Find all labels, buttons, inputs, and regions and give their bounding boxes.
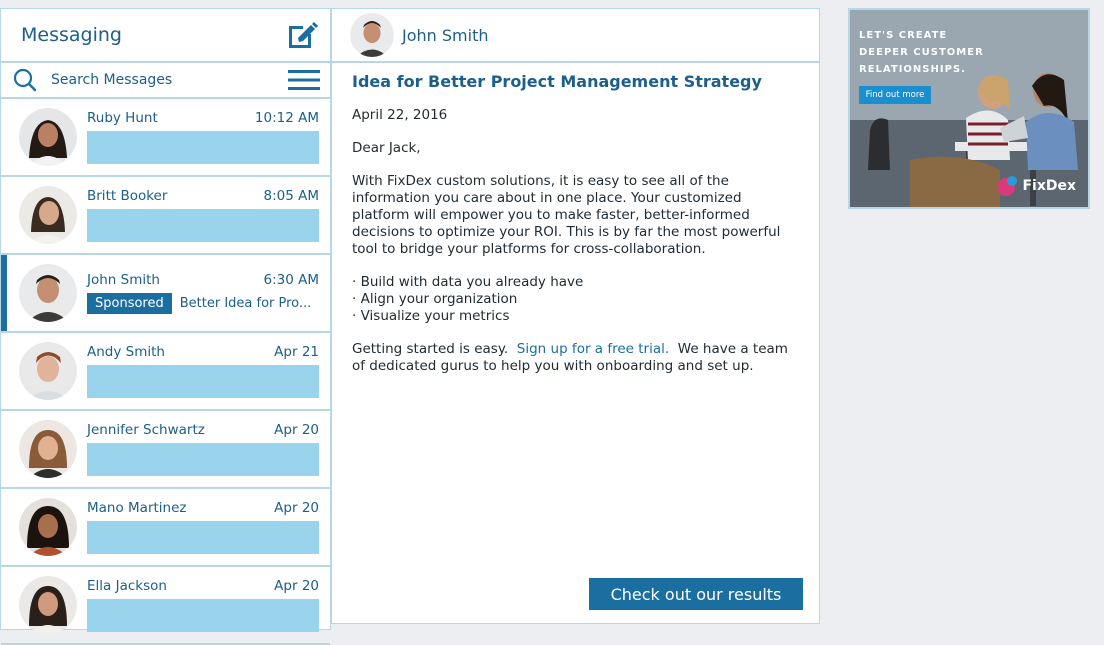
message-preview: Sponsored Better Idea for Pro... — [87, 293, 319, 315]
conversation-item[interactable]: Ella Jackson Apr 20 — [1, 567, 330, 645]
sender-name[interactable]: John Smith — [402, 26, 488, 45]
conversation-item[interactable]: Britt Booker 8:05 AM — [1, 177, 330, 255]
bullet-list: Build with data you already have Align y… — [352, 274, 799, 325]
search-bar — [1, 63, 330, 99]
contact-name: Ruby Hunt — [87, 110, 158, 126]
search-icon[interactable] — [13, 68, 37, 92]
compose-icon[interactable] — [286, 19, 318, 51]
avatar — [19, 108, 77, 166]
message-preview-placeholder — [87, 131, 319, 164]
contact-name: Britt Booker — [87, 188, 168, 204]
avatar — [19, 186, 77, 244]
message-preview-placeholder — [87, 521, 319, 554]
message-time: Apr 21 — [274, 344, 319, 360]
contact-name: John Smith — [87, 271, 160, 288]
free-trial-link[interactable]: Sign up for a free trial. — [517, 341, 669, 357]
message-date: April 22, 2016 — [352, 107, 448, 123]
message-preview-placeholder — [87, 443, 319, 476]
find-out-more-button[interactable]: Find out more — [859, 86, 931, 104]
bullet-item: Visualize your metrics — [352, 308, 799, 325]
message-pane: John Smith Idea for Better Project Manag… — [331, 8, 820, 624]
message-closing: Getting started is easy. Sign up for a f… — [352, 341, 799, 375]
contact-name: Jennifer Schwartz — [87, 422, 205, 438]
message-time: Apr 20 — [274, 422, 319, 438]
contact-name: Ella Jackson — [87, 578, 167, 594]
check-results-button[interactable]: Check out our results — [589, 578, 803, 610]
preview-snippet: Better Idea for Pro... — [179, 296, 312, 311]
conversation-item[interactable]: Jennifer Schwartz Apr 20 — [1, 411, 330, 489]
bullet-item: Align your organization — [352, 291, 799, 308]
message-time: 10:12 AM — [254, 110, 319, 126]
message-greeting: Dear Jack, — [352, 140, 421, 156]
sidebar-title: Messaging — [21, 24, 122, 46]
message-preview-placeholder — [87, 209, 319, 242]
message-time: 6:30 AM — [263, 271, 320, 288]
closing-text: Getting started is easy. — [352, 341, 509, 357]
ad-brand: FixDex — [1022, 178, 1076, 194]
ad-headline: LET'S CREATE DEEPER CUSTOMER RELATIONSHI… — [859, 30, 984, 75]
conversation-item-active[interactable]: John Smith 6:30 AM Sponsored Better Idea… — [1, 255, 330, 333]
message-time: Apr 20 — [274, 578, 319, 594]
avatar — [19, 576, 77, 634]
message-header: John Smith — [332, 9, 819, 63]
message-time: 8:05 AM — [263, 188, 320, 204]
message-preview-placeholder — [87, 599, 319, 632]
conversation-sidebar: Messaging Search Messages Ruby Hunt 10:1… — [0, 8, 331, 645]
conversation-list: Ruby Hunt 10:12 AM Britt Booker 8:05 AM — [1, 99, 330, 645]
fixdex-logo: FixDex — [996, 175, 1076, 197]
avatar — [19, 264, 77, 322]
message-paragraph: With FixDex custom solutions, it is easy… — [352, 173, 781, 257]
message-time: Apr 20 — [274, 500, 319, 516]
sender-avatar — [350, 13, 394, 57]
message-preview-placeholder — [87, 365, 319, 398]
conversation-item[interactable]: Andy Smith Apr 21 — [1, 333, 330, 411]
sidebar-header: Messaging — [1, 9, 330, 63]
search-input[interactable] — [49, 71, 288, 89]
contact-name: Andy Smith — [87, 344, 165, 360]
message-subject: Idea for Better Project Management Strat… — [352, 72, 762, 91]
avatar — [19, 342, 77, 400]
conversation-item[interactable]: Ruby Hunt 10:12 AM — [1, 99, 330, 177]
avatar — [19, 498, 77, 556]
bullet-item: Build with data you already have — [352, 274, 799, 291]
fixdex-logo-icon — [997, 176, 1018, 196]
avatar — [19, 420, 77, 478]
message-body: Idea for Better Project Management Strat… — [332, 63, 819, 375]
sponsored-badge: Sponsored — [87, 293, 172, 314]
contact-name: Mano Martinez — [87, 500, 187, 516]
ad-banner[interactable]: LET'S CREATE DEEPER CUSTOMER RELATIONSHI… — [848, 8, 1090, 209]
menu-icon[interactable] — [288, 68, 320, 92]
conversation-item[interactable]: Mano Martinez Apr 20 — [1, 489, 330, 567]
